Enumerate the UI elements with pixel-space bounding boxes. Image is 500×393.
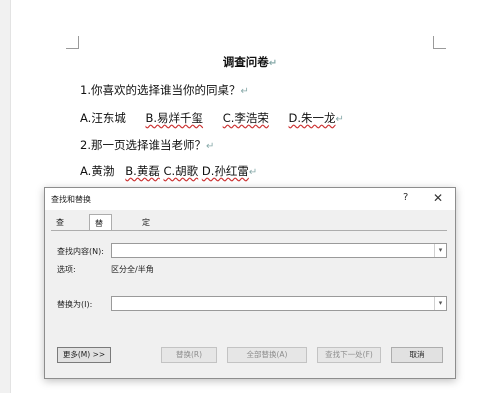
options-label: 选项:: [57, 265, 76, 274]
option-c: C.李浩荣: [222, 111, 269, 125]
option-c: C.胡歌: [163, 164, 199, 178]
document-title: 调查问卷↵: [222, 55, 278, 69]
crop-mark-top-left: [66, 36, 79, 49]
cancel-button[interactable]: 取消: [391, 347, 443, 363]
replace-button[interactable]: 替换(R): [161, 347, 217, 363]
question-2: 2.那一页选择谁当老师？↵: [80, 138, 215, 152]
tab-find[interactable]: 查找(D): [51, 216, 73, 255]
question-2-options: A.黄渤 B.黄磊 C.胡歌 D.孙红雷↵: [80, 164, 258, 178]
replace-input[interactable]: [112, 297, 434, 310]
find-replace-dialog: 查找和替换 ? ✕ 查找(D) 替换(P) 定位(G) 查找内容(N): ▾ 选…: [44, 187, 456, 379]
replace-field[interactable]: ▾: [111, 296, 447, 311]
dialog-title: 查找和替换: [51, 195, 91, 204]
tab-goto[interactable]: 定位(G): [137, 216, 159, 255]
crop-mark-top-right: [433, 36, 446, 49]
find-input[interactable]: [112, 244, 434, 257]
option-d: D.朱一龙: [288, 111, 336, 125]
find-field[interactable]: ▾: [111, 243, 447, 258]
question-1-options: A.汪东城 B.易烊千玺 C.李浩荣 D.朱一龙↵: [80, 111, 344, 125]
question-1: 1.你喜欢的选择谁当你的同桌？↵: [80, 83, 249, 97]
dialog-titlebar[interactable]: 查找和替换 ? ✕: [45, 188, 455, 210]
options-value: 区分全/半角: [111, 265, 154, 274]
option-a: A.黄渤: [80, 164, 115, 178]
option-a: A.汪东城: [80, 111, 126, 125]
option-b: B.黄磊: [125, 164, 160, 178]
find-next-button[interactable]: 查找下一处(F): [317, 347, 381, 363]
chevron-down-icon[interactable]: ▾: [434, 297, 446, 310]
close-icon[interactable]: ✕: [433, 191, 443, 205]
more-button[interactable]: 更多(M) >>: [57, 347, 111, 363]
find-label: 查找内容(N):: [57, 247, 104, 256]
replace-label: 替换为(I):: [57, 300, 93, 309]
option-b: B.易烊千玺: [145, 111, 204, 125]
help-icon[interactable]: ?: [403, 192, 408, 203]
chevron-down-icon[interactable]: ▾: [434, 244, 446, 257]
replace-all-button[interactable]: 全部替换(A): [227, 347, 307, 363]
option-d: D.孙红雷: [201, 164, 249, 178]
